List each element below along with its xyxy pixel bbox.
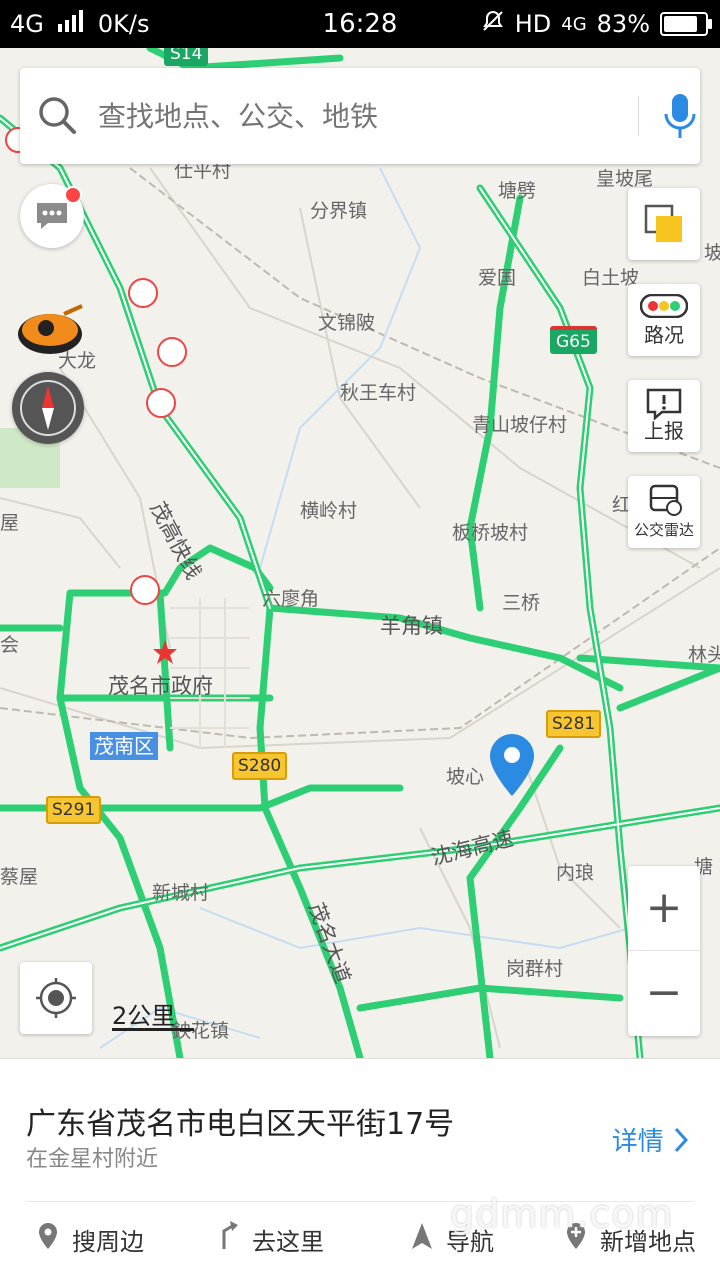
hd-label: HD [514, 10, 552, 38]
map-label: 坡 [704, 242, 720, 264]
map-label: 屋 [0, 512, 20, 534]
location-marker-icon [36, 1221, 60, 1257]
district-label: 茂南区 [90, 732, 158, 760]
scale-bar [112, 1028, 194, 1031]
details-link[interactable]: 详情 [612, 1121, 690, 1158]
place-info-panel[interactable]: 广东省茂名市电白区天平街17号 在金星村附近 详情 搜周边 去这里 导航 新增地… [0, 1058, 720, 1281]
highway-shield-g65: G65 [550, 326, 597, 354]
search-divider [638, 96, 639, 136]
report-label: 上报 [644, 419, 684, 443]
status-bar: 4G 0K/s 16:28 HD 4G 83% [0, 0, 720, 48]
go-here-label: 去这里 [252, 1227, 324, 1256]
map-label: 分界镇 [310, 200, 368, 222]
message-button[interactable] [20, 184, 84, 248]
layers-icon [644, 204, 684, 249]
map-label: 六廖角 [262, 588, 320, 610]
place-address: 广东省茂名市电白区天平街17号 [26, 1107, 455, 1142]
bus-radar-label: 公交雷达 [633, 521, 694, 539]
bus-icon [648, 484, 682, 521]
notification-dot [64, 186, 82, 204]
zoom-in-button[interactable]: + [628, 866, 700, 950]
details-label: 详情 [611, 1127, 664, 1157]
map-label: 新城村 [152, 882, 210, 904]
search-bar[interactable] [20, 68, 700, 164]
compass-button[interactable] [12, 372, 84, 444]
map-label: 青山坡仔村 [472, 414, 568, 436]
map-label: 板桥坡村 [452, 522, 529, 544]
search-nearby-button[interactable]: 搜周边 [36, 1221, 144, 1257]
report-button[interactable]: 上报 [628, 380, 700, 452]
map-label: 皇坡尾 [596, 168, 654, 190]
zoom-control: + − [628, 866, 700, 1036]
microphone-icon[interactable] [660, 92, 700, 144]
place-nearby: 在金星村附近 [26, 1147, 159, 1172]
map-label: 羊角镇 [380, 614, 443, 638]
zoom-out-button[interactable]: − [628, 950, 700, 1035]
map-label: 爱国 [478, 267, 517, 289]
map-label: 内琅 [556, 862, 595, 884]
go-here-button[interactable]: 去这里 [216, 1221, 324, 1257]
compass-icon [18, 378, 78, 442]
watermark: gdmm.com [450, 1192, 674, 1236]
layers-button[interactable] [628, 188, 700, 260]
battery-percent: 83% [596, 10, 650, 38]
map-label: 蔡屋 [0, 866, 39, 888]
map-scale: 2公里 [112, 996, 194, 1031]
chevron-right-icon [672, 1127, 690, 1157]
battery-icon [660, 12, 712, 36]
road-shield-s291: S291 [46, 796, 102, 824]
chat-icon [34, 200, 70, 236]
map-label: 会 [0, 634, 20, 656]
road-shield-s281: S281 [546, 710, 602, 738]
road-shield-s280: S280 [232, 752, 288, 780]
search-nearby-label: 搜周边 [72, 1227, 144, 1256]
traffic-button[interactable]: 路况 [628, 284, 700, 356]
map-view[interactable]: 分界镇 文锦陂 秋王车村 横岭村 板桥坡村 青山坡仔村 六廖角 羊角镇 三桥 茂… [0, 48, 720, 1058]
target-icon [34, 976, 78, 1024]
search-icon [38, 96, 78, 140]
map-label: 茂名市政府 [108, 674, 213, 698]
voice-avatar-icon[interactable] [16, 302, 88, 362]
map-label: 文锦陂 [318, 312, 376, 334]
locate-me-button[interactable] [20, 962, 92, 1034]
search-input[interactable] [96, 92, 600, 140]
map-label: 岗群村 [506, 958, 564, 980]
map-label: 林头 [688, 644, 720, 666]
scale-label: 2公里 [112, 1002, 176, 1030]
map-label: 塘劈 [498, 180, 537, 202]
bus-radar-button[interactable]: 公交雷达 [628, 476, 700, 548]
map-label: 坡心 [446, 766, 485, 788]
network-type-2: 4G [561, 13, 587, 35]
route-arrow-icon [216, 1221, 240, 1257]
map-label: 秋王车村 [340, 382, 417, 404]
location-pin-icon[interactable] [488, 732, 536, 802]
highway-shield-s14: S14 [164, 48, 209, 66]
traffic-label: 路况 [644, 323, 684, 347]
navigation-arrow-icon [410, 1221, 434, 1257]
map-label: 横岭村 [300, 500, 358, 522]
map-label: 三桥 [502, 592, 541, 614]
mute-icon [481, 9, 505, 39]
